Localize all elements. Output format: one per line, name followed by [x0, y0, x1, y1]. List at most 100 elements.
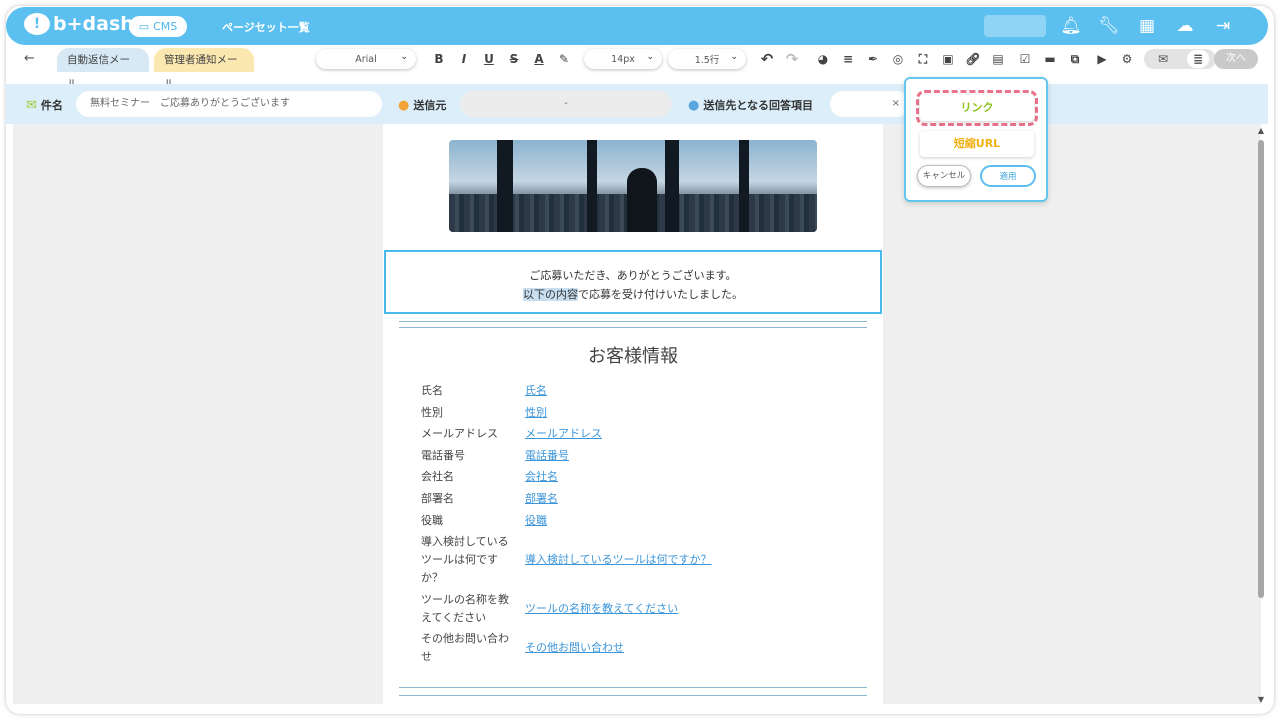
mail-view-icon[interactable]: ✉: [1154, 50, 1172, 68]
next-button[interactable]: 次へ: [1214, 49, 1258, 69]
recipient-select[interactable]: ×: [830, 91, 910, 117]
cancel-button[interactable]: キャンセル: [917, 165, 971, 187]
chevron-down-icon: ⌄: [646, 52, 654, 62]
cms-label: CMS: [153, 20, 178, 33]
text-view-icon[interactable]: ≣: [1187, 50, 1209, 68]
link-icon[interactable]: 🔗︎: [964, 50, 982, 68]
scroll-down-icon[interactable]: ▼: [1256, 695, 1266, 704]
wrench-icon[interactable]: 🔧︎: [1096, 15, 1122, 37]
logo-text: b+dash: [53, 13, 134, 35]
section-title: お客様情報: [588, 346, 678, 367]
person-silhouette: [627, 168, 657, 232]
short-url-option[interactable]: 短縮URL: [920, 131, 1034, 157]
tab-auto-reply[interactable]: 自動返信メール: [57, 48, 149, 90]
align-icon[interactable]: ≡: [839, 50, 857, 68]
bold-icon[interactable]: B: [430, 50, 448, 68]
field-key: 会社名: [421, 470, 454, 484]
redo-icon[interactable]: ↷: [783, 50, 801, 68]
field-key: 電話番号: [421, 448, 465, 462]
user-name-blurred: [984, 15, 1046, 37]
link-option[interactable]: リンク: [920, 95, 1034, 121]
template-icon[interactable]: ⧉: [1066, 50, 1084, 68]
font-size-select[interactable]: 14px ⌄: [584, 49, 662, 69]
apply-button[interactable]: 適用: [980, 165, 1036, 187]
field-placeholder-link[interactable]: その他お問い合わせ: [525, 639, 624, 657]
subject-input[interactable]: 無料セミナー ご応募ありがとうございます: [76, 91, 382, 117]
palette-icon[interactable]: ◕: [814, 50, 832, 68]
field-key: 部署名: [421, 491, 454, 505]
sender-input[interactable]: -: [460, 91, 672, 117]
message-line-2: 以下の内容で応募を受け付けいたしました。: [386, 285, 880, 304]
person-icon: ●: [688, 97, 700, 113]
field-placeholder-link[interactable]: 電話番号: [525, 447, 569, 465]
field-placeholder-link[interactable]: 導入検討しているツールは何ですか？: [525, 551, 711, 569]
italic-icon[interactable]: I: [455, 50, 473, 68]
image-icon[interactable]: ▣: [939, 50, 957, 68]
back-arrow-icon[interactable]: ←: [24, 51, 35, 66]
field-key: メールアドレス: [421, 427, 498, 441]
scroll-up-icon[interactable]: ▲: [1256, 126, 1266, 135]
font-color-icon[interactable]: A: [530, 50, 548, 68]
underline-icon[interactable]: U: [480, 50, 498, 68]
undo-icon[interactable]: ↶: [758, 50, 776, 68]
recipient-label-text: 送信先となる回答項目: [703, 99, 814, 112]
target-icon[interactable]: ◎: [889, 50, 907, 68]
table-row: 電話番号 電話番号: [421, 447, 841, 465]
divider: [399, 695, 867, 696]
gear-icon[interactable]: ⚙: [1118, 50, 1136, 68]
field-placeholder-link[interactable]: 性別: [525, 404, 547, 422]
line-height-select[interactable]: 1.5行 ⌄: [668, 49, 746, 69]
sender-label: ● 送信元: [398, 97, 446, 113]
message-line-2-rest: で応募を受け付けいたしました。: [578, 288, 743, 301]
field-placeholder-link[interactable]: 部署名: [525, 490, 558, 508]
table-row: ツールの名称を教 えてください ツールの名称を教えてください: [421, 591, 841, 627]
field-placeholder-link[interactable]: 役職: [525, 512, 547, 530]
logout-icon[interactable]: ⇥: [1210, 15, 1236, 37]
field-key: 氏名: [421, 384, 443, 397]
window-frame: [665, 140, 679, 232]
tab-admin-notify[interactable]: 管理者通知メール: [154, 48, 254, 90]
editor-canvas: ご応募いただき、ありがとうございます。 以下の内容で応募を受け付けいたしました。…: [13, 124, 1261, 704]
customer-info-table: 氏名 氏名 性別 性別 メールアドレス メールアドレス 電話番号 電話番号 会社名 会社名 部署名部…: [421, 382, 841, 670]
checklist-icon[interactable]: ☑: [1016, 50, 1034, 68]
highlight-icon[interactable]: ✎: [555, 50, 573, 68]
video-icon[interactable]: ▶: [1093, 50, 1111, 68]
grid-icon[interactable]: ▦: [1134, 15, 1160, 37]
divider-icon[interactable]: ▬: [1041, 50, 1059, 68]
table-row: 性別 性別: [421, 404, 841, 422]
chevron-down-icon: ⌄: [730, 52, 738, 62]
field-key: その他お問い合わ せ: [421, 632, 509, 664]
cms-button[interactable]: ▭ CMS: [129, 16, 187, 37]
line-height-value: 1.5行: [694, 55, 720, 66]
strikethrough-icon[interactable]: S: [505, 50, 523, 68]
field-placeholder-link[interactable]: メールアドレス: [525, 425, 602, 443]
field-placeholder-link[interactable]: 会社名: [525, 468, 558, 486]
logo[interactable]: ! b+dash: [24, 13, 134, 35]
table-row: 氏名 氏名: [421, 382, 841, 400]
sender-label-text: 送信元: [413, 99, 447, 112]
selected-text[interactable]: 以下の内容: [523, 288, 578, 301]
chat-icon[interactable]: ☁: [1172, 15, 1198, 37]
bell-icon[interactable]: 🔔︎: [1058, 15, 1084, 37]
font-family-select[interactable]: Arial ⌄: [316, 49, 416, 69]
page-title[interactable]: ページセット一覧: [222, 19, 310, 35]
field-placeholder-link[interactable]: ツールの名称を教えてください: [525, 600, 678, 618]
email-body: ご応募いただき、ありがとうございます。 以下の内容で応募を受け付けいたしました。…: [383, 124, 883, 704]
field-key: 役職: [421, 513, 443, 527]
font-size-value: 14px: [611, 53, 635, 65]
scroll-thumb[interactable]: [1258, 140, 1264, 598]
message-block[interactable]: ご応募いただき、ありがとうございます。 以下の内容で応募を受け付けいたしました。: [384, 250, 882, 314]
table-row: 会社名 会社名: [421, 468, 841, 486]
top-header: ! b+dash ▭ CMS ページセット一覧 🔔︎ 🔧︎ ▦ ☁ ⇥: [6, 7, 1268, 45]
window-frame: [739, 140, 749, 232]
font-family-value: Arial: [355, 53, 377, 65]
pen-icon[interactable]: ✒: [864, 50, 882, 68]
vertical-scrollbar[interactable]: ▲ ▼: [1256, 126, 1266, 704]
field-placeholder-link[interactable]: 氏名: [525, 382, 547, 400]
subject-label-text: 件名: [40, 99, 63, 112]
table-row: メールアドレス メールアドレス: [421, 425, 841, 443]
subject-label: ✉ 件名: [26, 97, 63, 113]
calendar-add-icon[interactable]: ▤: [989, 50, 1007, 68]
fullscreen-icon[interactable]: ⛶: [914, 50, 932, 68]
hero-image[interactable]: [449, 140, 817, 232]
